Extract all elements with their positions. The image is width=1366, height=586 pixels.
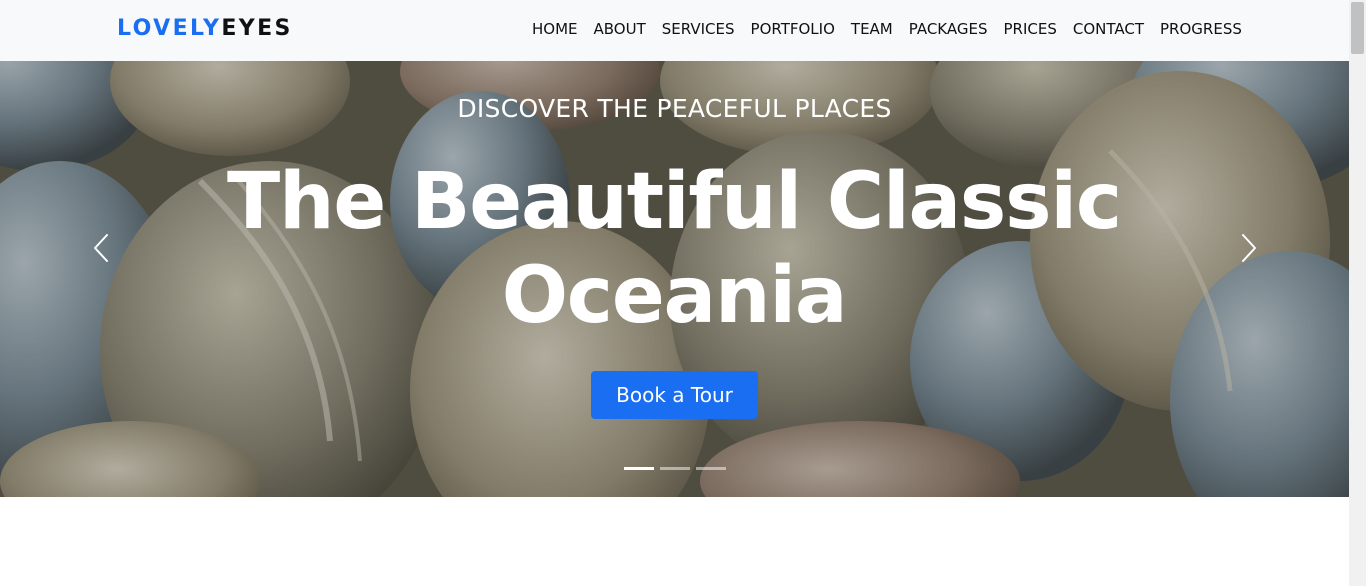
nav-home[interactable]: HOME — [532, 19, 578, 39]
carousel-next-button[interactable] — [1236, 233, 1260, 263]
hero-kicker: DISCOVER THE PEACEFUL PLACES — [457, 94, 892, 123]
hero-headline-line2: Oceania — [501, 251, 848, 341]
book-tour-button[interactable]: Book a Tour — [591, 371, 758, 419]
brand-logo-part1: LOVELY — [117, 16, 222, 41]
chevron-left-icon — [94, 234, 108, 262]
nav-packages[interactable]: PACKAGES — [909, 19, 988, 39]
brand-logo[interactable]: LOVELYEYES — [117, 16, 293, 42]
nav-prices[interactable]: PRICES — [1004, 19, 1057, 39]
nav-progress[interactable]: PROGRESS — [1160, 19, 1242, 39]
carousel-indicator-2[interactable] — [660, 467, 690, 470]
nav-portfolio[interactable]: PORTFOLIO — [751, 19, 835, 39]
page-scrollbar[interactable] — [1349, 0, 1366, 586]
nav-contact[interactable]: CONTACT — [1073, 19, 1144, 39]
nav-team[interactable]: TEAM — [851, 19, 893, 39]
nav-about[interactable]: ABOUT — [594, 19, 646, 39]
page: LOVELYEYES HOME ABOUT SERVICES PORTFOLIO… — [0, 0, 1349, 586]
hero-headline-line1: The Beautiful Classic — [227, 157, 1122, 247]
main-nav: HOME ABOUT SERVICES PORTFOLIO TEAM PACKA… — [532, 19, 1242, 39]
nav-services[interactable]: SERVICES — [662, 19, 735, 39]
brand-logo-part2: EYES — [221, 16, 293, 41]
scrollbar-thumb[interactable] — [1351, 2, 1364, 54]
carousel-indicator-1[interactable] — [624, 467, 654, 470]
hero-headline: The Beautiful Classic Oceania — [174, 155, 1174, 343]
carousel-indicators — [624, 467, 726, 470]
chevron-right-icon — [1242, 234, 1256, 262]
carousel-indicator-3[interactable] — [696, 467, 726, 470]
navbar: LOVELYEYES HOME ABOUT SERVICES PORTFOLIO… — [0, 0, 1349, 61]
hero-carousel: DISCOVER THE PEACEFUL PLACES The Beautif… — [0, 61, 1349, 497]
carousel-prev-button[interactable] — [90, 233, 114, 263]
